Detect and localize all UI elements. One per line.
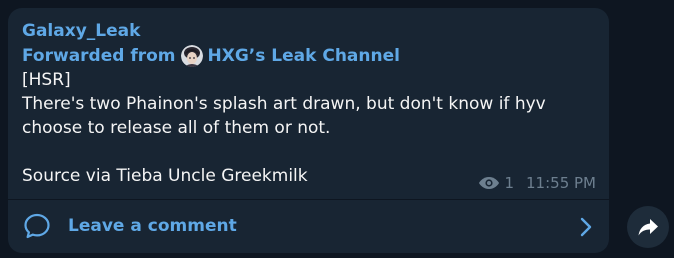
message-text: [HSR] There's two Phainon's splash art d…: [22, 68, 592, 188]
message-line: choose to release all of them or not.: [22, 118, 331, 138]
message-time: 11:55 PM: [526, 174, 596, 192]
channel-avatar[interactable]: [180, 45, 203, 67]
forwarded-prefix: Forwarded from: [22, 46, 176, 66]
share-button[interactable]: [627, 206, 669, 248]
message-line: [HSR]: [22, 70, 71, 90]
message-meta: 1 11:55 PM: [478, 172, 596, 194]
message-line-blank: [22, 140, 592, 164]
eye-icon: [479, 177, 500, 189]
leave-comment-button[interactable]: Leave a comment: [8, 200, 609, 253]
message-bubble: Galaxy_Leak Forwarded from HXG’s Leak Ch…: [8, 8, 609, 253]
view-count: 1: [504, 174, 515, 192]
chevron-right-icon: [580, 217, 592, 237]
share-arrow-icon: [638, 219, 658, 236]
forwarded-source: HXG’s Leak Channel: [207, 46, 400, 66]
channel-name[interactable]: Galaxy_Leak: [22, 20, 140, 42]
message-line: There's two Phainon's splash art drawn, …: [22, 94, 546, 114]
comment-bubble-icon: [24, 213, 50, 239]
forwarded-header[interactable]: Forwarded from HXG’s Leak Channel: [22, 44, 400, 68]
leave-comment-label: Leave a comment: [68, 216, 237, 236]
